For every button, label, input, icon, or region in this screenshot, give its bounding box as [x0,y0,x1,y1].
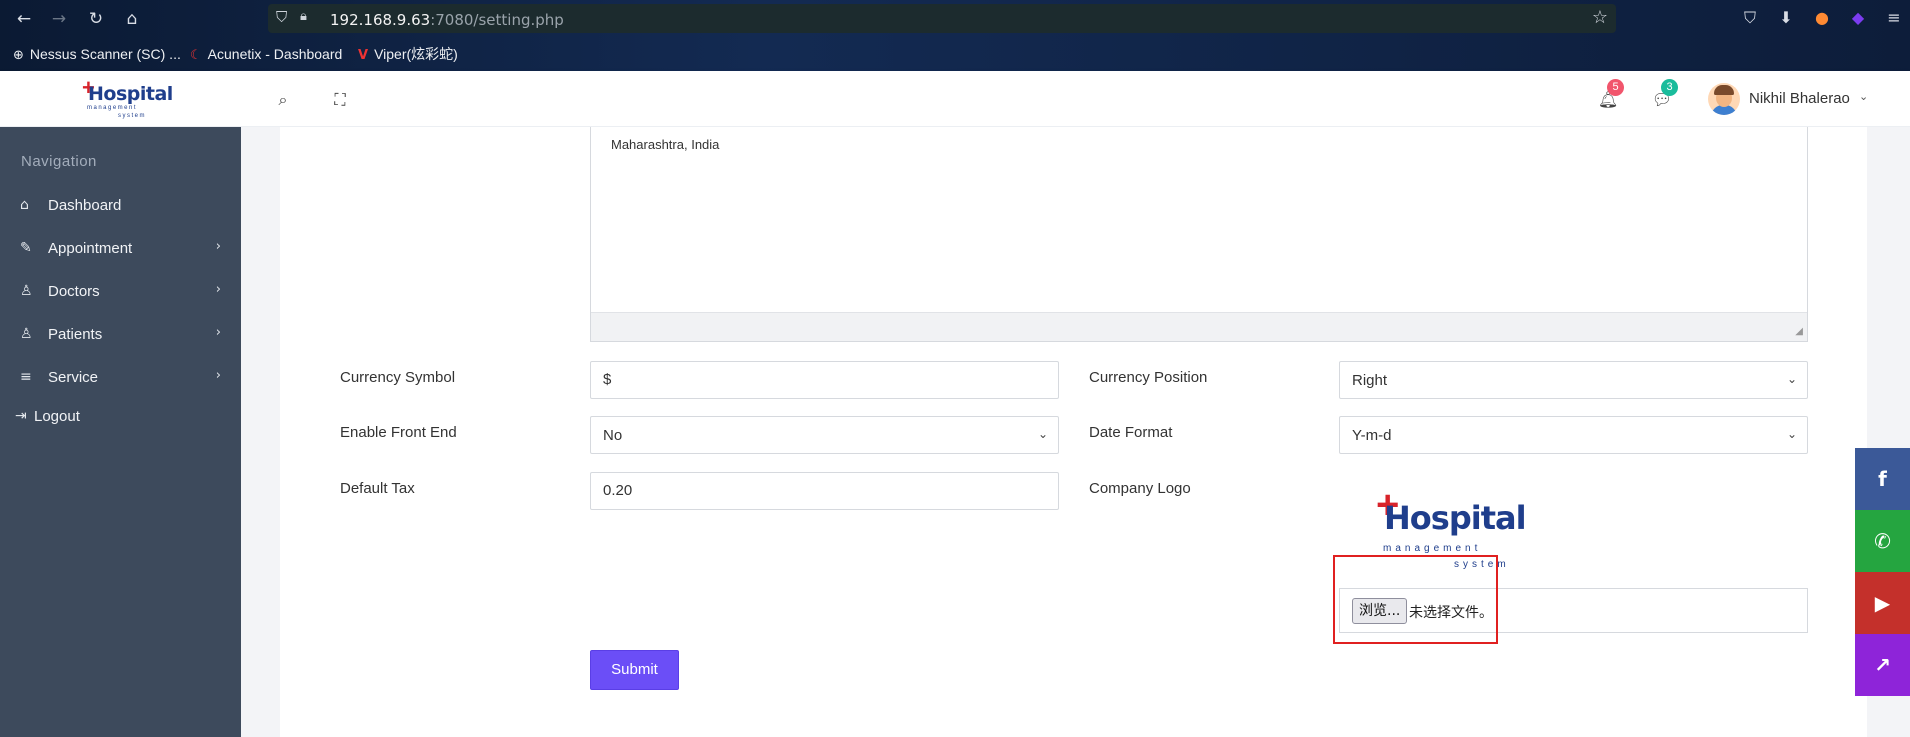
resize-handle-icon[interactable]: ◢ [1795,326,1803,337]
sidebar-item-label: Service [48,369,99,386]
bookmark-nessus[interactable]: ⊕ Nessus Scanner (SC) ... [13,43,181,67]
sidebar-item-label: Appointment [48,240,133,257]
logo-sub2: system [118,113,147,119]
company-logo-label: Company Logo [1089,480,1191,497]
chevron-right-icon: › [215,368,221,383]
message-badge: 3 [1661,79,1678,96]
date-format-value: Y-m-d [1352,427,1392,444]
menu-icon: ≡ [20,369,32,385]
enable-front-end-select[interactable]: No ⌄ [590,416,1059,454]
sidebar: Navigation ⌂ Dashboard ✎ Appointment › ♙… [0,127,241,737]
sidebar-item-patients[interactable]: ♙ Patients › [0,320,241,350]
currency-symbol-input[interactable]: $ [590,361,1059,399]
url-path: :7080/setting.php [430,11,564,29]
url-host: 192.168.9.63 [330,11,431,29]
logout-icon: ⇥ [15,408,27,424]
currency-position-select[interactable]: Right ⌄ [1339,361,1808,399]
shield-icon: ⛉ [276,8,288,26]
sidebar-item-appointment[interactable]: ✎ Appointment › [0,234,241,264]
lock-icon: 🔒︎ [300,9,307,24]
highlight-annotation [1333,555,1498,644]
notification-badge: 5 [1607,79,1624,96]
logo-word: Hospital [88,83,173,105]
chevron-down-icon: ⌄ [1786,427,1797,441]
sidebar-item-logout[interactable]: ⇥ Logout [0,402,241,432]
currency-position-value: Right [1352,372,1388,389]
acunetix-icon: ☾ [190,48,202,63]
bookmark-label: Nessus Scanner (SC) ... [29,46,181,62]
sidebar-item-doctors[interactable]: ♙ Doctors › [0,277,241,307]
facebook-icon[interactable]: f [1855,448,1910,510]
pocket-icon[interactable]: ⛉ [1739,7,1761,29]
logo-sub1: management [1383,543,1482,554]
chevron-right-icon: › [215,325,221,340]
user-icon: ♙ [20,326,33,342]
address-bar[interactable]: ⛉ 🔒︎ 192.168.9.63:7080/setting.php ☆ [268,4,1616,33]
whatsapp-icon[interactable]: ✆ [1855,510,1910,572]
nav-title: Navigation [21,153,97,170]
chevron-right-icon: › [215,282,221,297]
menu-icon[interactable]: ≡ [1883,7,1905,29]
user-name[interactable]: Nikhil Bhalerao [1749,90,1850,107]
bookmark-star-icon[interactable]: ☆ [1592,7,1608,28]
sidebar-item-label: Dashboard [48,197,122,214]
enable-front-end-value: No [603,427,623,444]
app-header: + Hospital management system ⌕ ⛶ 🔔︎ 5 💬︎… [0,71,1910,127]
enable-front-end-label: Enable Front End [340,424,457,441]
default-tax-input[interactable]: 0.20 [590,472,1059,510]
submit-button[interactable]: Submit [590,650,679,690]
search-icon[interactable]: ⌕ [272,89,294,111]
viper-icon: V [358,48,369,63]
bookmark-label: Acunetix - Dashboard [207,46,343,62]
home-icon[interactable]: ⌂ [121,8,143,30]
sidebar-item-service[interactable]: ≡ Service › [0,363,241,393]
globe-icon: ⊕ [13,48,24,63]
bookmarks-bar: ⊕ Nessus Scanner (SC) ... ☾ Acunetix - Das… [0,43,1910,67]
sidebar-item-dashboard[interactable]: ⌂ Dashboard [0,191,241,221]
bookmark-label: Viper(炫彩蛇) [374,46,458,62]
extension-diamond-icon[interactable]: ◆ [1847,7,1869,29]
chevron-down-icon: ⌄ [1037,427,1048,441]
logo-sub1: management [87,105,138,111]
avatar-hair [1714,85,1734,95]
address-textarea[interactable]: Maharashtra, India ◢ [590,127,1808,342]
user-icon: ♙ [20,283,33,299]
bookmark-acunetix[interactable]: ☾ Acunetix - Dashboard [190,43,342,67]
chevron-down-icon[interactable]: ⌄ [1859,90,1868,103]
extension-fox-icon[interactable]: ● [1811,7,1833,29]
back-icon[interactable]: ← [13,8,35,30]
date-format-select[interactable]: Y-m-d ⌄ [1339,416,1808,454]
browser-toolbar: ← → ↻ ⌂ ⛉ 🔒︎ 192.168.9.63:7080/setting.p… [0,0,1910,37]
textarea-footer: ◢ [591,312,1807,341]
chevron-down-icon: ⌄ [1786,372,1797,386]
avatar[interactable] [1708,83,1740,115]
downloads-icon[interactable]: ⬇ [1775,7,1797,29]
url-text[interactable]: 192.168.9.63:7080/setting.php [330,11,564,29]
address-text: Maharashtra, India [611,137,720,152]
sidebar-item-label: Doctors [48,283,100,300]
hospital-logo[interactable]: + Hospital management system [82,77,173,121]
forward-icon[interactable]: → [48,8,70,30]
fullscreen-icon[interactable]: ⛶ [329,89,351,111]
bookmark-viper[interactable]: V Viper(炫彩蛇) [358,43,458,67]
share-icon[interactable]: ↗ [1855,634,1910,696]
default-tax-label: Default Tax [340,480,415,497]
chevron-right-icon: › [215,239,221,254]
logo-word: Hospital [1384,499,1527,537]
currency-position-label: Currency Position [1089,369,1208,386]
sidebar-item-label: Patients [48,326,103,343]
sidebar-item-label: Logout [34,408,80,425]
browser-chrome: ← → ↻ ⌂ ⛉ 🔒︎ 192.168.9.63:7080/setting.p… [0,0,1910,71]
edit-icon: ✎ [20,240,32,256]
youtube-icon[interactable]: ▶ [1855,572,1910,634]
home-icon: ⌂ [20,197,29,213]
date-format-label: Date Format [1089,424,1173,441]
currency-symbol-label: Currency Symbol [340,369,456,386]
reload-icon[interactable]: ↻ [85,8,107,30]
